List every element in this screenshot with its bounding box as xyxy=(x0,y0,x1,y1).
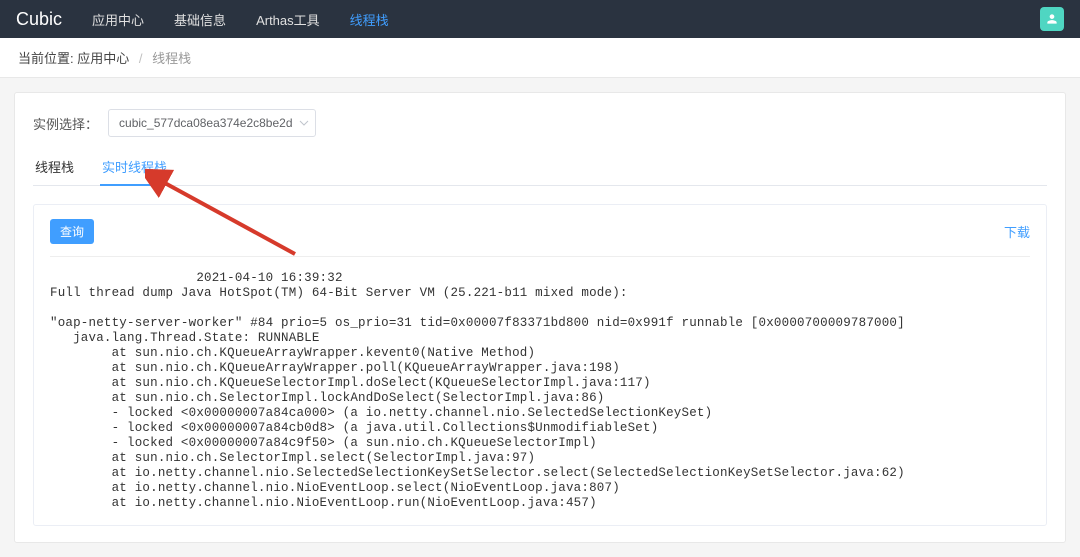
breadcrumb: 当前位置: 应用中心 / 线程栈 xyxy=(0,38,1080,78)
breadcrumb-separator: / xyxy=(139,51,143,66)
tab-thread-stack[interactable]: 线程栈 xyxy=(33,157,76,185)
brand-logo: Cubic xyxy=(16,9,62,30)
query-button[interactable]: 查询 xyxy=(50,219,94,244)
instance-selector-row: 实例选择： cubic_577dca08ea374e2c8be2d0ce94f1… xyxy=(33,109,1047,137)
nav-items: 应用中心 基础信息 Arthas工具 线程栈 xyxy=(92,10,389,29)
instance-selector-label: 实例选择： xyxy=(33,114,98,133)
breadcrumb-label: 当前位置: xyxy=(18,51,74,66)
avatar[interactable] xyxy=(1040,7,1064,31)
navbar: Cubic 应用中心 基础信息 Arthas工具 线程栈 xyxy=(0,0,1080,38)
main-content: 实例选择： cubic_577dca08ea374e2c8be2d0ce94f1… xyxy=(0,78,1080,557)
nav-item-arthas[interactable]: Arthas工具 xyxy=(256,10,320,29)
instance-select[interactable]: cubic_577dca08ea374e2c8be2d0ce94f1a xyxy=(108,109,316,137)
breadcrumb-current: 线程栈 xyxy=(152,51,191,66)
breadcrumb-link-app-center[interactable]: 应用中心 xyxy=(77,51,129,66)
nav-item-app-center[interactable]: 应用中心 xyxy=(92,10,144,29)
toolbar: 查询 下载 xyxy=(50,219,1030,257)
download-link[interactable]: 下载 xyxy=(1004,222,1030,241)
chevron-down-icon xyxy=(299,118,309,128)
nav-right xyxy=(1040,7,1064,31)
tab-realtime-thread-stack[interactable]: 实时线程栈 xyxy=(100,157,169,185)
content-card: 查询 下载 2021-04-10 16:39:32 Full thread du… xyxy=(33,204,1047,526)
thread-dump-output: 2021-04-10 16:39:32 Full thread dump Jav… xyxy=(50,257,1030,525)
user-icon xyxy=(1045,12,1059,26)
nav-item-basic-info[interactable]: 基础信息 xyxy=(174,10,226,29)
tabs: 线程栈 实时线程栈 xyxy=(33,157,1047,186)
instance-select-value: cubic_577dca08ea374e2c8be2d0ce94f1a xyxy=(119,116,293,130)
nav-item-thread-stack[interactable]: 线程栈 xyxy=(350,10,389,29)
main-card: 实例选择： cubic_577dca08ea374e2c8be2d0ce94f1… xyxy=(14,92,1066,543)
